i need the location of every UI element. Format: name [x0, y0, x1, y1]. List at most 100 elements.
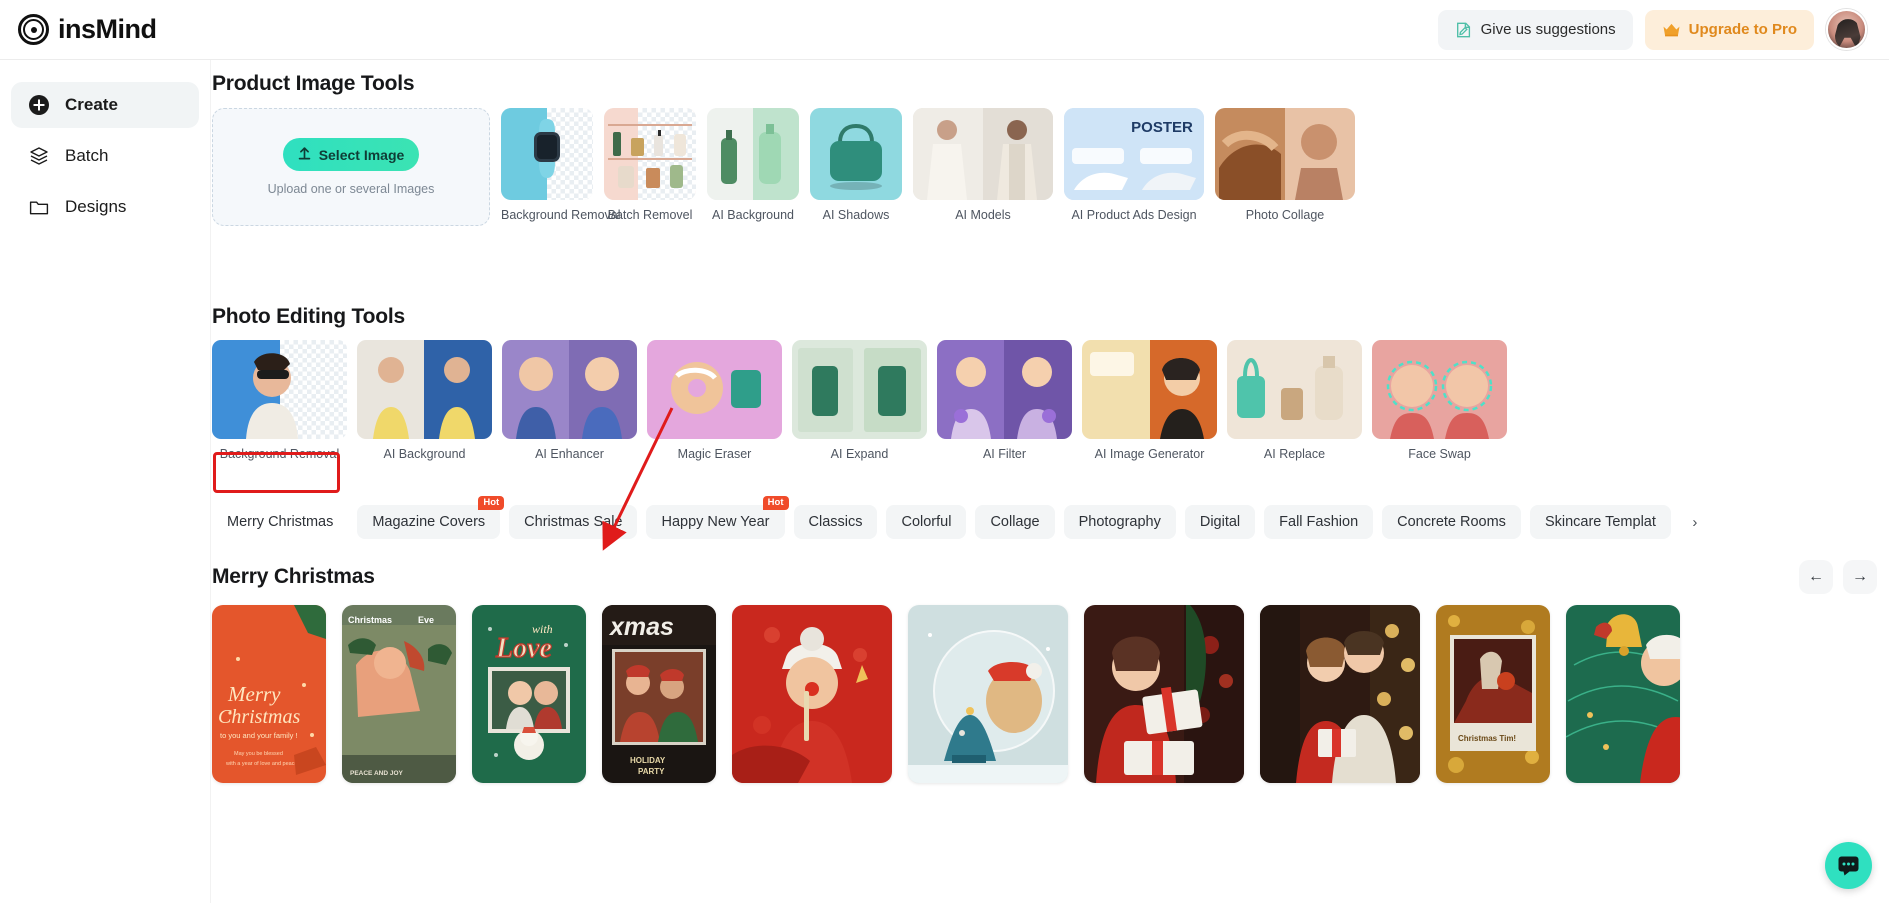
gallery-header: Merry Christmas ← → — [212, 560, 1877, 594]
svg-text:to you and your family !: to you and your family ! — [220, 731, 298, 740]
tabs-fade-overlay — [1855, 505, 1889, 539]
pe-thumb-ai-replace — [1227, 340, 1362, 439]
template-card-christmas-eve[interactable]: Christmas Eve PEACE AND JOY — [342, 605, 456, 783]
svg-text:xmas: xmas — [608, 613, 674, 641]
tool-card-ai-background[interactable]: AI Background — [707, 108, 799, 223]
pe-label-ai-image-generator: AI Image Generator — [1094, 447, 1205, 461]
pe-thumb-ai-image-generator — [1082, 340, 1217, 439]
photo-tools-row: Background Removal AI Background AI Enha… — [212, 340, 1507, 461]
pe-thumb-ai-enhancer — [502, 340, 637, 439]
category-tabs: Merry Christmas Magazine Covers Hot Chri… — [212, 496, 1710, 539]
tab-label-christmas-sale: Christmas Sale — [524, 514, 623, 530]
pe-card-ai-replace[interactable]: AI Replace — [1227, 340, 1362, 461]
pe-card-background-removal[interactable]: Background Removal — [212, 340, 347, 461]
chevron-right-icon[interactable]: › — [1680, 505, 1710, 539]
tab-label-fall-fashion: Fall Fashion — [1279, 514, 1359, 530]
svg-text:Merry: Merry — [227, 682, 281, 706]
sidebar-item-designs[interactable]: Designs — [11, 184, 199, 230]
tool-label-ai-product-ads-design: AI Product Ads Design — [1071, 208, 1197, 222]
tool-thumb-batch-removel — [604, 108, 696, 200]
tab-colorful[interactable]: Colorful — [886, 505, 967, 539]
tab-magazine-covers[interactable]: Magazine Covers Hot — [357, 496, 505, 539]
plus-circle-icon — [27, 93, 51, 117]
pe-card-ai-filter[interactable]: AI Filter — [937, 340, 1072, 461]
brand-logo[interactable]: insMind — [18, 14, 157, 45]
pe-thumb-background-removal — [212, 340, 347, 439]
tool-card-ai-product-ads-design[interactable]: POSTER AI Product Ads Design — [1064, 108, 1204, 223]
pe-card-ai-image-generator[interactable]: AI Image Generator — [1082, 340, 1217, 461]
pe-card-face-swap[interactable]: Face Swap — [1372, 340, 1507, 461]
svg-text:Eve: Eve — [418, 615, 434, 625]
template-card-woman-with-gifts[interactable] — [1084, 605, 1244, 783]
tool-card-ai-shadows[interactable]: AI Shadows — [810, 108, 902, 223]
tool-label-batch-removel: Batch Removel — [607, 208, 693, 222]
tab-classics[interactable]: Classics — [793, 505, 878, 539]
template-card-family-portrait[interactable] — [1260, 605, 1420, 783]
tab-photography[interactable]: Photography — [1063, 505, 1176, 539]
tool-label-ai-shadows: AI Shadows — [822, 208, 890, 222]
pe-label-ai-replace: AI Replace — [1263, 447, 1326, 461]
tab-label-merry-christmas: Merry Christmas — [227, 514, 334, 530]
tool-card-photo-collage[interactable]: Photo Collage — [1215, 108, 1355, 223]
tool-card-batch-removel[interactable]: Batch Removel — [604, 108, 696, 223]
tab-collage[interactable]: Collage — [975, 505, 1055, 539]
sidebar-item-batch[interactable]: Batch — [11, 133, 199, 179]
template-card-christmas-time-gold[interactable]: Christmas Tim! — [1436, 605, 1550, 783]
tab-merry-christmas[interactable]: Merry Christmas — [212, 505, 349, 539]
pe-card-ai-background[interactable]: AI Background — [357, 340, 492, 461]
give-suggestions-button[interactable]: Give us suggestions — [1437, 9, 1633, 50]
svg-text:Christmas: Christmas — [348, 615, 392, 625]
pe-card-ai-enhancer[interactable]: AI Enhancer — [502, 340, 637, 461]
tab-happy-new-year[interactable]: Happy New Year Hot — [646, 496, 789, 539]
crown-icon — [1662, 22, 1681, 38]
tab-badge-hot: Hot — [478, 496, 505, 510]
sidebar-label-batch: Batch — [65, 146, 109, 165]
tool-card-background-removal[interactable]: Background Removal — [501, 108, 621, 223]
gallery-nav-buttons: ← → — [1799, 560, 1877, 594]
tool-label-ai-models: AI Models — [955, 208, 1011, 222]
gallery-title: Merry Christmas — [212, 565, 375, 588]
main-content: Product Image Tools Select Image Upload … — [211, 60, 1889, 903]
upgrade-to-pro-button[interactable]: Upgrade to Pro — [1644, 9, 1814, 50]
template-card-dog-snow-globe[interactable] — [908, 605, 1068, 783]
chat-bubble-icon[interactable] — [1825, 842, 1872, 889]
tab-label-digital: Digital — [1199, 514, 1241, 530]
sidebar-label-create: Create — [65, 95, 118, 114]
template-card-green-bell[interactable] — [1566, 605, 1680, 783]
pe-thumb-ai-expand — [792, 340, 927, 439]
tab-concrete-rooms[interactable]: Concrete Rooms — [1382, 505, 1521, 539]
sidebar-item-create[interactable]: Create — [11, 82, 199, 128]
pe-card-ai-expand[interactable]: AI Expand — [792, 340, 927, 461]
tab-fall-fashion[interactable]: Fall Fashion — [1264, 505, 1374, 539]
product-tools-title: Product Image Tools — [212, 72, 415, 95]
folder-icon — [27, 195, 51, 219]
select-image-button[interactable]: Select Image — [283, 138, 419, 171]
pe-label-face-swap: Face Swap — [1408, 447, 1471, 461]
svg-text:HOLIDAY: HOLIDAY — [630, 756, 666, 765]
pe-label-ai-enhancer: AI Enhancer — [535, 447, 604, 461]
svg-text:PEACE AND JOY: PEACE AND JOY — [350, 770, 404, 777]
tab-christmas-sale[interactable]: Christmas Sale — [509, 505, 638, 539]
tab-digital[interactable]: Digital — [1184, 505, 1256, 539]
arrow-left-icon[interactable]: ← — [1799, 560, 1833, 594]
header-actions: Give us suggestions Upgrade to Pro — [1437, 9, 1867, 50]
template-card-merry-christmas[interactable]: Merry Christmas to you and your family !… — [212, 605, 326, 783]
user-avatar[interactable] — [1826, 9, 1867, 50]
tool-label-photo-collage: Photo Collage — [1245, 208, 1325, 222]
pe-thumb-ai-background — [357, 340, 492, 439]
tool-thumb-ai-background — [707, 108, 799, 200]
tool-thumb-ai-product-ads-design: POSTER — [1064, 108, 1204, 200]
template-card-red-santa-boy[interactable] — [732, 605, 892, 783]
tool-thumb-photo-collage — [1215, 108, 1355, 200]
tab-skincare-template[interactable]: Skincare Templat — [1529, 505, 1671, 539]
pe-thumb-ai-filter — [937, 340, 1072, 439]
upload-dropzone[interactable]: Select Image Upload one or several Image… — [212, 108, 490, 226]
svg-text:Christmas: Christmas — [218, 706, 300, 728]
tool-label-ai-background: AI Background — [712, 208, 794, 222]
template-card-with-love[interactable]: with Love — [472, 605, 586, 783]
pe-card-magic-eraser[interactable]: Magic Eraser — [647, 340, 782, 461]
template-card-xmas[interactable]: xmas HOLIDAY PARTY — [602, 605, 716, 783]
tool-card-ai-models[interactable]: AI Models — [913, 108, 1053, 223]
layers-icon — [27, 144, 51, 168]
arrow-right-icon[interactable]: → — [1843, 560, 1877, 594]
